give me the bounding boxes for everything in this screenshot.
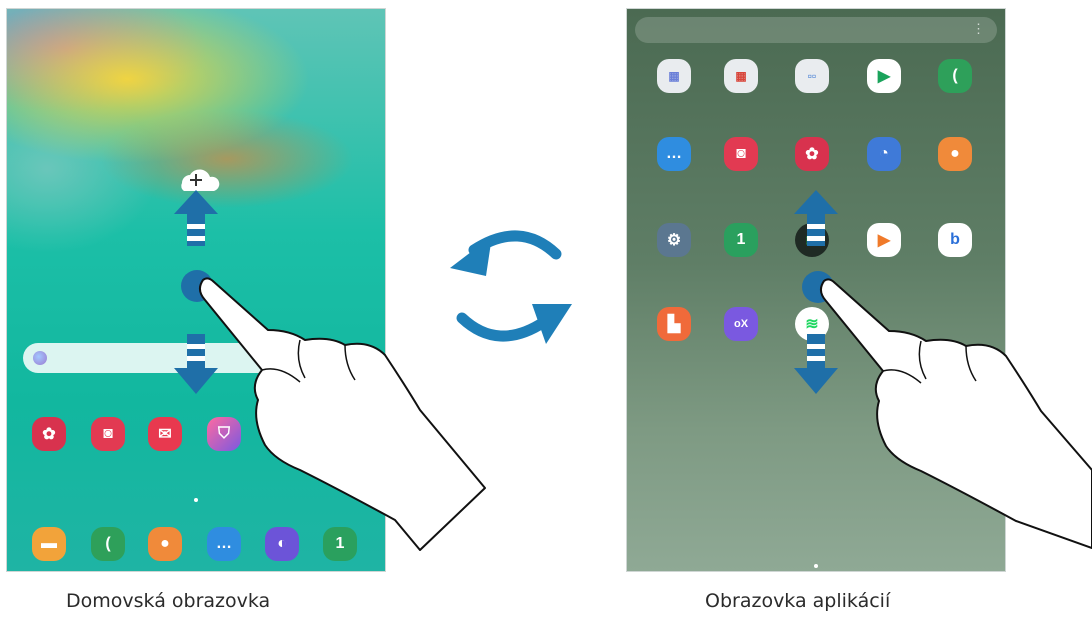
gesture-overlay — [174, 169, 1092, 551]
arrow-up-icon — [174, 190, 218, 246]
arrow-down-icon — [794, 334, 838, 394]
cloud-plus-icon — [181, 169, 220, 191]
arrow-down-icon — [174, 334, 218, 394]
pointing-hand-icon — [820, 278, 1092, 549]
arrow-up-icon — [794, 190, 838, 246]
pointing-hand-icon — [199, 277, 486, 551]
home-screen-caption: Domovská obrazovka — [66, 590, 271, 612]
apps-screen-caption: Obrazovka aplikácií — [705, 590, 891, 612]
swap-arrow-head-left — [450, 236, 492, 276]
